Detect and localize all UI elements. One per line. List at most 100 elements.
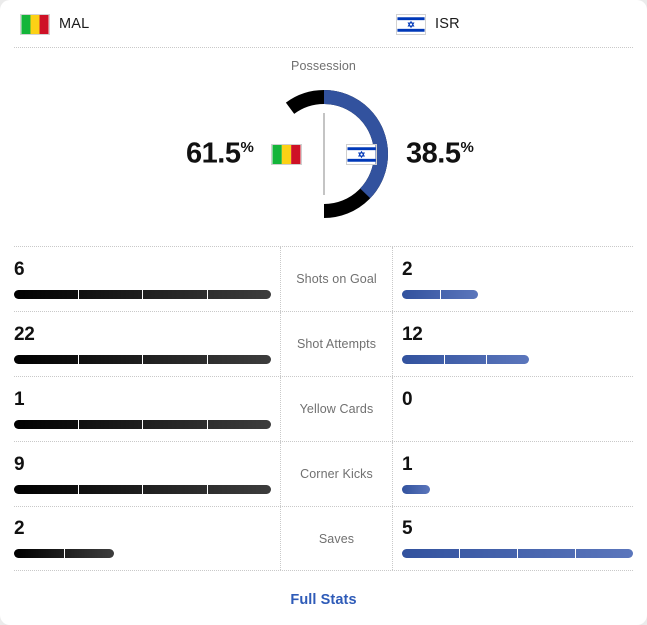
stat-bar-segment bbox=[143, 354, 208, 364]
stat-label: Saves bbox=[318, 531, 355, 546]
stat-bar-segment bbox=[143, 289, 208, 299]
stat-bar-track-away bbox=[402, 289, 633, 299]
stats-table: 6 Shots on Goal 2 22 Shot Attempts 12 1 Yellow … bbox=[0, 246, 647, 571]
stat-label: Shot Attempts bbox=[296, 337, 377, 351]
possession-title: Possession bbox=[291, 59, 356, 73]
donut-center-divider bbox=[323, 113, 324, 195]
stat-bar-segment bbox=[441, 290, 479, 299]
stat-away-value: 2 bbox=[402, 258, 413, 280]
stat-row: 6 Shots on Goal 2 bbox=[14, 246, 633, 311]
stat-row: 9 Corner Kicks 1 bbox=[14, 441, 633, 506]
team-away[interactable]: ISR bbox=[396, 13, 460, 35]
stat-bar-segment bbox=[402, 485, 430, 494]
team-home-abbr: MAL bbox=[59, 16, 90, 32]
stat-home-cell: 6 bbox=[14, 247, 280, 311]
stat-away-value: 5 bbox=[402, 518, 413, 539]
stat-home-value: 9 bbox=[14, 453, 25, 475]
mali-flag-icon bbox=[20, 13, 50, 35]
stat-away-cell: 1 bbox=[393, 442, 633, 506]
stat-label: Corner Kicks bbox=[300, 467, 373, 481]
stat-bar-segment bbox=[208, 485, 272, 494]
stat-bar-track-home bbox=[14, 419, 272, 429]
stat-label-cell: Saves bbox=[280, 507, 393, 570]
stat-away-cell: 5 bbox=[393, 507, 633, 570]
possession-chart: 61.5% 38.5% bbox=[0, 79, 647, 229]
stats-footer: Full Stats bbox=[0, 571, 647, 625]
stat-bar-track-home bbox=[14, 354, 272, 364]
match-stats-card: MAL ISR Possession 61.5% 38.5% 6 Shots o… bbox=[0, 0, 647, 625]
stat-row: 1 Yellow Cards 0 bbox=[14, 376, 633, 441]
stat-away-value: 0 bbox=[402, 388, 413, 410]
stat-bar-track-away bbox=[402, 354, 633, 364]
stat-bar-track-away bbox=[402, 484, 633, 494]
stat-away-value: 1 bbox=[402, 453, 413, 475]
team-away-abbr: ISR bbox=[435, 16, 460, 32]
stat-bar-segment bbox=[143, 419, 208, 429]
stat-bar-segment bbox=[14, 549, 65, 558]
stat-home-value: 22 bbox=[14, 323, 35, 345]
donut-mali-flag-icon bbox=[270, 143, 302, 165]
stat-bar-segment bbox=[576, 549, 633, 558]
stat-bar-segment bbox=[65, 549, 115, 558]
stat-bar-segment bbox=[14, 419, 79, 429]
stat-bar-track-away bbox=[402, 549, 633, 558]
stat-label: Yellow Cards bbox=[299, 402, 374, 416]
stat-home-value: 2 bbox=[14, 518, 25, 539]
possession-away-percent: 38.5% bbox=[406, 137, 474, 170]
stat-bar-segment bbox=[402, 549, 460, 558]
stat-away-cell: 2 bbox=[393, 247, 633, 311]
stat-home-cell: 1 bbox=[14, 377, 280, 441]
stat-home-value: 1 bbox=[14, 388, 25, 410]
stat-bar-segment bbox=[208, 355, 272, 364]
stat-bar-segment bbox=[208, 420, 272, 429]
stat-bar-segment bbox=[518, 549, 576, 558]
team-home[interactable]: MAL bbox=[20, 13, 90, 35]
stat-bar-segment bbox=[79, 484, 143, 494]
stat-bar-segment bbox=[79, 419, 143, 429]
stat-bar-segment bbox=[14, 484, 79, 494]
donut-center-flags bbox=[257, 87, 391, 221]
stat-row: 2 Saves 5 bbox=[14, 506, 633, 571]
stat-away-cell: 0 bbox=[393, 377, 633, 441]
stat-bar-segment bbox=[402, 289, 441, 299]
stat-bar-segment bbox=[14, 354, 79, 364]
stat-bar-segment bbox=[79, 289, 143, 299]
stat-row: 22 Shot Attempts 12 bbox=[14, 311, 633, 376]
stat-home-value: 6 bbox=[14, 258, 25, 280]
stat-bar-away bbox=[402, 354, 530, 364]
stat-bar-segment bbox=[460, 549, 518, 558]
stat-label-cell: Corner Kicks bbox=[280, 442, 393, 506]
stat-bar-home bbox=[14, 354, 272, 364]
stat-home-cell: 9 bbox=[14, 442, 280, 506]
stat-bar-segment bbox=[445, 354, 488, 364]
stat-bar-away bbox=[402, 484, 430, 494]
full-stats-link[interactable]: Full Stats bbox=[290, 592, 356, 608]
stat-home-cell: 22 bbox=[14, 312, 280, 376]
stat-bar-home bbox=[14, 289, 271, 299]
possession-section: Possession 61.5% 38.5% bbox=[0, 48, 647, 246]
stat-label: Shots on Goal bbox=[296, 272, 377, 286]
israel-flag-icon bbox=[396, 13, 426, 35]
stat-bar-track-home bbox=[14, 289, 271, 299]
stat-bar-segment bbox=[79, 354, 143, 364]
stat-bar-segment bbox=[143, 484, 208, 494]
stat-label-cell: Yellow Cards bbox=[280, 377, 393, 441]
stat-bar-track-home bbox=[14, 484, 272, 494]
stat-away-cell: 12 bbox=[393, 312, 633, 376]
stat-label-cell: Shots on Goal bbox=[280, 247, 393, 311]
possession-donut bbox=[257, 87, 391, 221]
match-header: MAL ISR bbox=[0, 0, 647, 48]
stat-bar-track-away bbox=[402, 420, 633, 429]
stat-bar-track-home bbox=[14, 549, 271, 558]
stat-bar-away bbox=[402, 289, 479, 299]
stat-bar-home bbox=[14, 419, 272, 429]
stat-label-cell: Shot Attempts bbox=[280, 312, 393, 376]
stat-bar-home bbox=[14, 549, 115, 558]
stat-bar-segment bbox=[14, 289, 79, 299]
stat-bar-segment bbox=[402, 354, 445, 364]
stat-bar-away bbox=[402, 549, 633, 558]
stat-bar-home bbox=[14, 484, 272, 494]
possession-home-percent: 61.5% bbox=[186, 137, 254, 170]
stat-bar-segment bbox=[487, 355, 529, 364]
stat-away-value: 12 bbox=[402, 323, 423, 345]
